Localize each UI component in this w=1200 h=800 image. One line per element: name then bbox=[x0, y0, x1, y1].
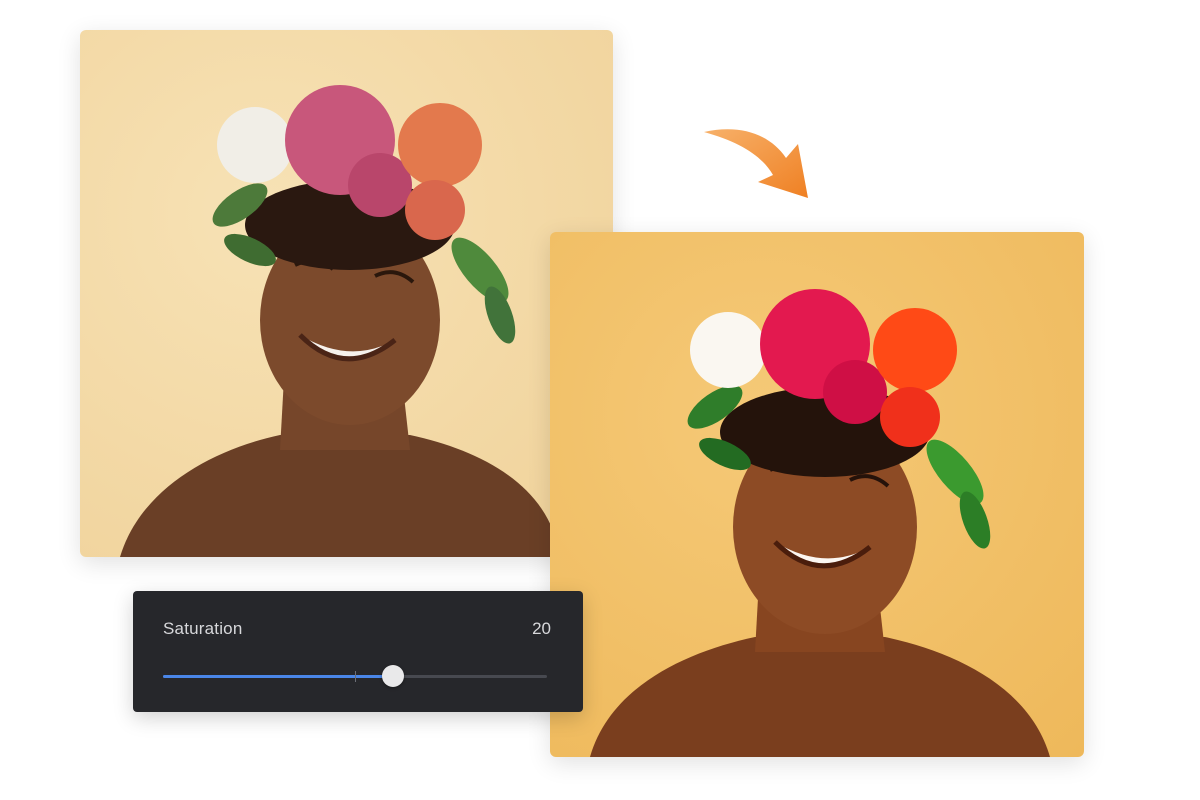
saturation-panel: Saturation 20 bbox=[133, 591, 583, 712]
saturation-value: 20 bbox=[532, 619, 551, 638]
before-photo bbox=[80, 30, 613, 557]
after-portrait-image bbox=[550, 232, 1084, 757]
saturation-slider[interactable] bbox=[163, 665, 547, 689]
slider-fill bbox=[163, 675, 394, 678]
slider-thumb[interactable] bbox=[382, 665, 405, 687]
saturation-label: Saturation bbox=[163, 619, 243, 638]
curved-arrow-icon bbox=[704, 129, 808, 198]
slider-center-tick bbox=[355, 671, 356, 682]
after-photo bbox=[550, 232, 1084, 757]
before-portrait-image bbox=[80, 30, 613, 557]
stage: Saturation 20 bbox=[0, 0, 1200, 800]
